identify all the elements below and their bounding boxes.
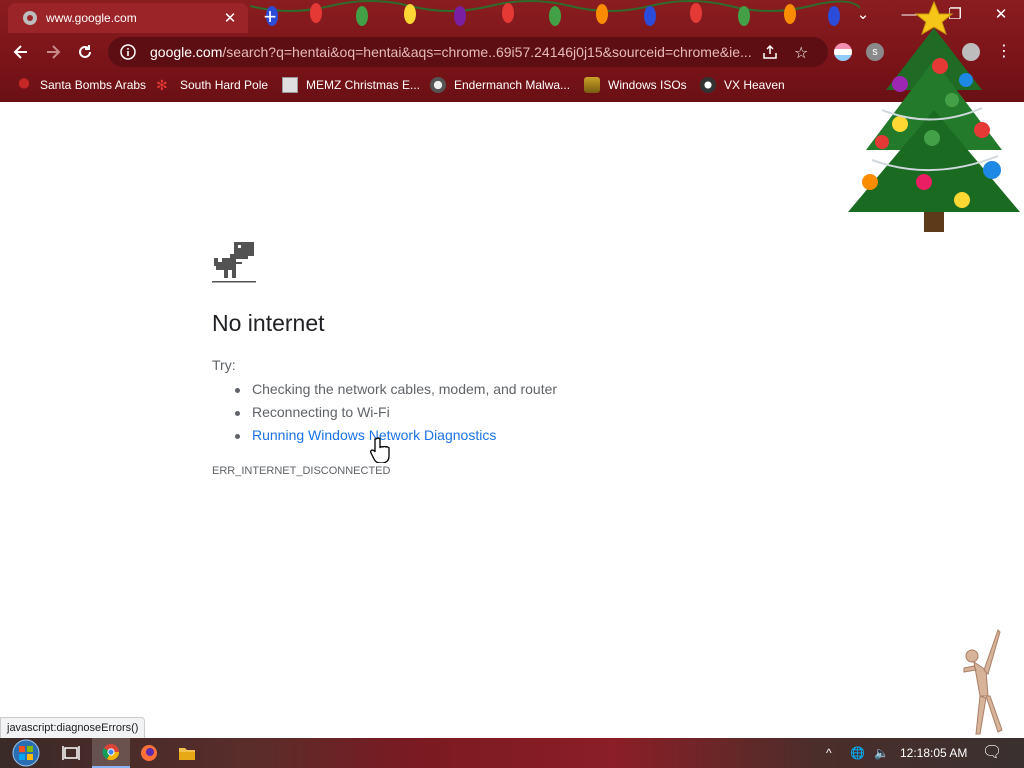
taskbar: ^ 🌐 🔈 12:18:05 AM 🗨	[0, 738, 1024, 768]
suggestion-text: Reconnecting to Wi-Fi	[252, 404, 390, 420]
task-view-button[interactable]	[52, 738, 90, 768]
bookmark-label: Santa Bombs Arabs	[40, 78, 147, 92]
close-tab-icon[interactable]: ✕	[220, 9, 240, 27]
bookmark-south-hard-pole[interactable]: ✻ South Hard Pole	[156, 75, 268, 95]
start-button[interactable]	[4, 738, 48, 768]
list-item: Running Windows Network Diagnostics	[232, 427, 496, 443]
windows-iso-icon	[584, 77, 600, 93]
hand-cursor-icon	[370, 437, 390, 463]
tab-title: www.google.com	[46, 11, 137, 25]
task-view-icon	[62, 746, 80, 760]
taskbar-file-explorer[interactable]	[168, 738, 206, 768]
forward-arrow-icon	[47, 45, 61, 59]
chrome-icon	[102, 744, 120, 761]
bullet	[235, 411, 240, 416]
status-bubble: javascript:diagnoseErrors()	[0, 717, 146, 740]
bookmark-santa-bombs-arabs[interactable]: Santa Bombs Arabs	[16, 75, 146, 95]
firefox-icon	[141, 745, 157, 761]
bullet	[235, 388, 240, 393]
suggestion-text: Checking the network cables, modem, and …	[252, 381, 558, 397]
bookmark-vx-heaven[interactable]: VX Heaven	[700, 75, 785, 95]
dancing-figure-decoration	[963, 629, 1003, 735]
info-icon[interactable]	[120, 44, 136, 60]
vx-heaven-icon	[700, 77, 716, 93]
list-item: Reconnecting to Wi-Fi	[232, 404, 390, 420]
taskbar-chrome[interactable]	[92, 738, 130, 768]
volume-icon[interactable]: 🔈	[874, 738, 889, 768]
action-center-icon[interactable]: 🗨	[982, 738, 1002, 768]
bookmark-endermanch-malware[interactable]: Endermanch Malwa...	[430, 75, 570, 95]
bookmark-windows-isos[interactable]: Windows ISOs	[584, 75, 687, 95]
bookmark-memz-christmas[interactable]: MEMZ Christmas E...	[282, 75, 420, 95]
christmas-lights-decoration	[250, 0, 860, 26]
bookmark-label: MEMZ Christmas E...	[306, 78, 421, 92]
bullet	[235, 434, 240, 439]
back-arrow-icon	[13, 45, 27, 59]
memz-icon	[282, 77, 298, 93]
windows-orb-icon	[12, 739, 40, 767]
globe-icon	[23, 11, 37, 25]
bookmark-label: South Hard Pole	[180, 78, 269, 92]
folder-icon	[179, 748, 195, 760]
bookmark-star-icon[interactable]: ☆	[794, 43, 808, 63]
share-icon[interactable]	[762, 44, 778, 60]
santa-icon	[16, 77, 32, 93]
back-button[interactable]	[6, 37, 36, 67]
address-bar[interactable]: google.com/search?q=hentai&oq=hentai&aqs…	[108, 37, 828, 67]
taskbar-firefox[interactable]	[130, 738, 168, 768]
bookmark-label: Endermanch Malwa...	[454, 78, 571, 92]
new-tab-button[interactable]: +	[256, 4, 284, 30]
error-title: No internet	[212, 310, 325, 336]
bookmark-label: VX Heaven	[724, 78, 785, 92]
bookmark-label: Windows ISOs	[608, 78, 687, 92]
list-item: Checking the network cables, modem, and …	[232, 381, 557, 397]
url-host: google.com	[150, 44, 223, 60]
snowflake-icon: ✻	[156, 77, 168, 93]
url-path: /search?q=hentai&oq=hentai&aqs=chrome..6…	[222, 44, 752, 60]
tab-google[interactable]: www.google.com ✕	[8, 3, 248, 33]
network-globe-icon[interactable]: 🌐	[850, 738, 865, 768]
clock[interactable]: 12:18:05 AM	[900, 738, 967, 768]
reload-icon	[79, 45, 91, 58]
try-label: Try:	[212, 357, 236, 373]
tray-overflow-icon[interactable]: ^	[826, 738, 832, 768]
reload-button[interactable]	[70, 37, 100, 67]
offline-dino-icon	[212, 242, 256, 283]
forward-button[interactable]	[38, 37, 68, 67]
error-code: ERR_INTERNET_DISCONNECTED	[212, 465, 391, 477]
raccoon-icon	[430, 77, 446, 93]
christmas-tree-decoration	[848, 0, 1020, 232]
